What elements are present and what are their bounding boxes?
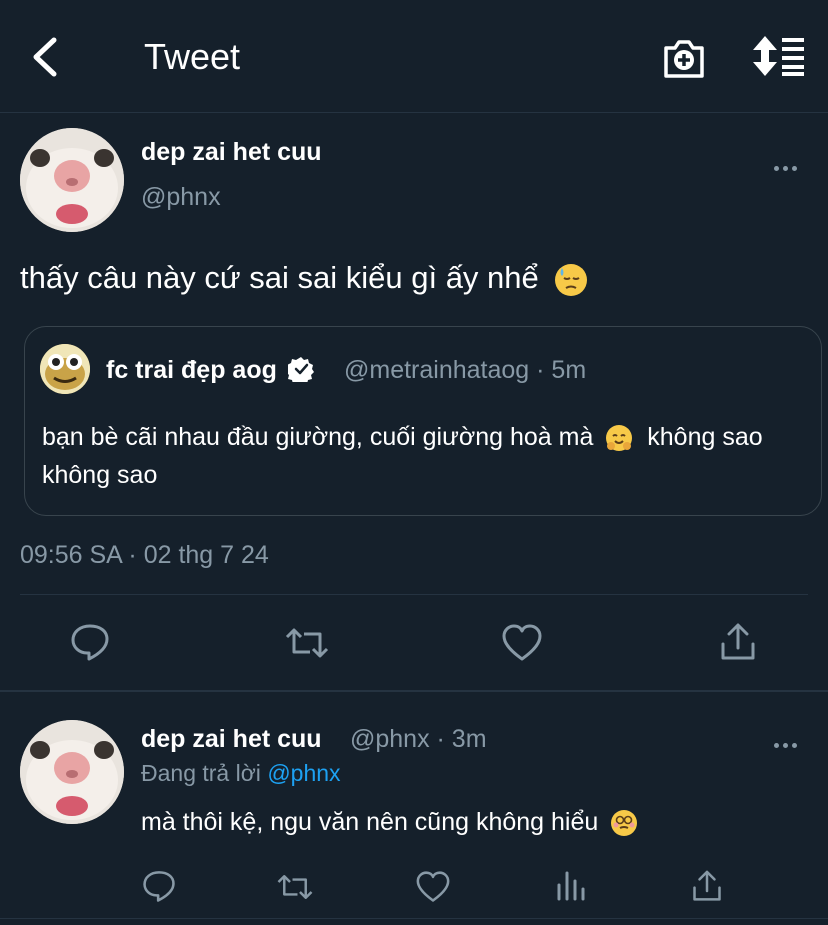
page-title: Tweet: [144, 36, 241, 77]
avatar[interactable]: [20, 128, 124, 232]
bottom-divider: [0, 918, 828, 919]
reply-icon[interactable]: [70, 622, 110, 662]
dizzy-face-emoji: [611, 810, 638, 837]
reply-share-icon[interactable]: [692, 869, 722, 903]
quote-text-part1: bạn bè cãi nhau đầu giường, cuối giường …: [42, 423, 594, 451]
reply-like-heart-icon[interactable]: [416, 871, 450, 903]
author-name[interactable]: dep zai het cuu: [141, 138, 322, 167]
share-icon[interactable]: [720, 622, 756, 662]
quote-avatar[interactable]: [40, 344, 90, 394]
retweet-icon[interactable]: [284, 624, 330, 662]
quote-author-name[interactable]: fc trai đẹp aog: [106, 356, 314, 386]
downcast-face-with-sweat-emoji: [555, 263, 588, 296]
back-arrow-icon[interactable]: [28, 34, 64, 80]
author-handle[interactable]: @phnx: [141, 183, 221, 212]
reply-text: mà thôi kệ, ngu văn nên cũng không hiểu: [141, 808, 638, 837]
camera-add-icon[interactable]: [662, 36, 706, 80]
replying-to-prefix: Đang trả lời: [141, 760, 261, 786]
reply-reply-icon[interactable]: [142, 869, 176, 903]
reply-avatar[interactable]: [20, 720, 124, 824]
frog-avatar-icon: [40, 344, 90, 394]
reply-retweet-icon[interactable]: [276, 871, 314, 903]
verified-badge-icon: [285, 357, 314, 386]
reply-meta: @phnx · 3m: [350, 725, 487, 753]
section-divider: [0, 690, 828, 692]
hamster-avatar-icon: [20, 128, 124, 232]
quote-text: bạn bè cãi nhau đầu giường, cuối giường …: [42, 418, 802, 494]
divider: [20, 594, 808, 595]
tweet-text-content: thấy câu này cứ sai sai kiểu gì ấy nhể: [20, 260, 539, 295]
sort-replies-icon[interactable]: [752, 36, 806, 76]
replying-to: Đang trả lời @phnx: [141, 760, 341, 787]
quote-meta: @metrainhataog · 5m: [344, 356, 587, 384]
like-heart-icon[interactable]: [502, 624, 542, 662]
hamster-avatar-icon: [20, 720, 124, 824]
reply-more-options-icon[interactable]: [774, 735, 802, 748]
quote-author-name-text: fc trai đẹp aog: [106, 356, 277, 384]
hugging-face-emoji: [606, 425, 633, 452]
reply-author-name[interactable]: dep zai het cuu: [141, 725, 322, 754]
analytics-icon[interactable]: [556, 871, 586, 901]
replying-to-link[interactable]: @phnx: [267, 760, 340, 786]
tweet-text: thấy câu này cứ sai sai kiểu gì ấy nhể: [20, 258, 800, 298]
reply-text-content: mà thôi kệ, ngu văn nên cũng không hiểu: [141, 808, 599, 836]
more-options-icon[interactable]: [774, 158, 802, 171]
tweet-timestamp: 09:56 SA · 02 thg 7 24: [20, 541, 269, 569]
